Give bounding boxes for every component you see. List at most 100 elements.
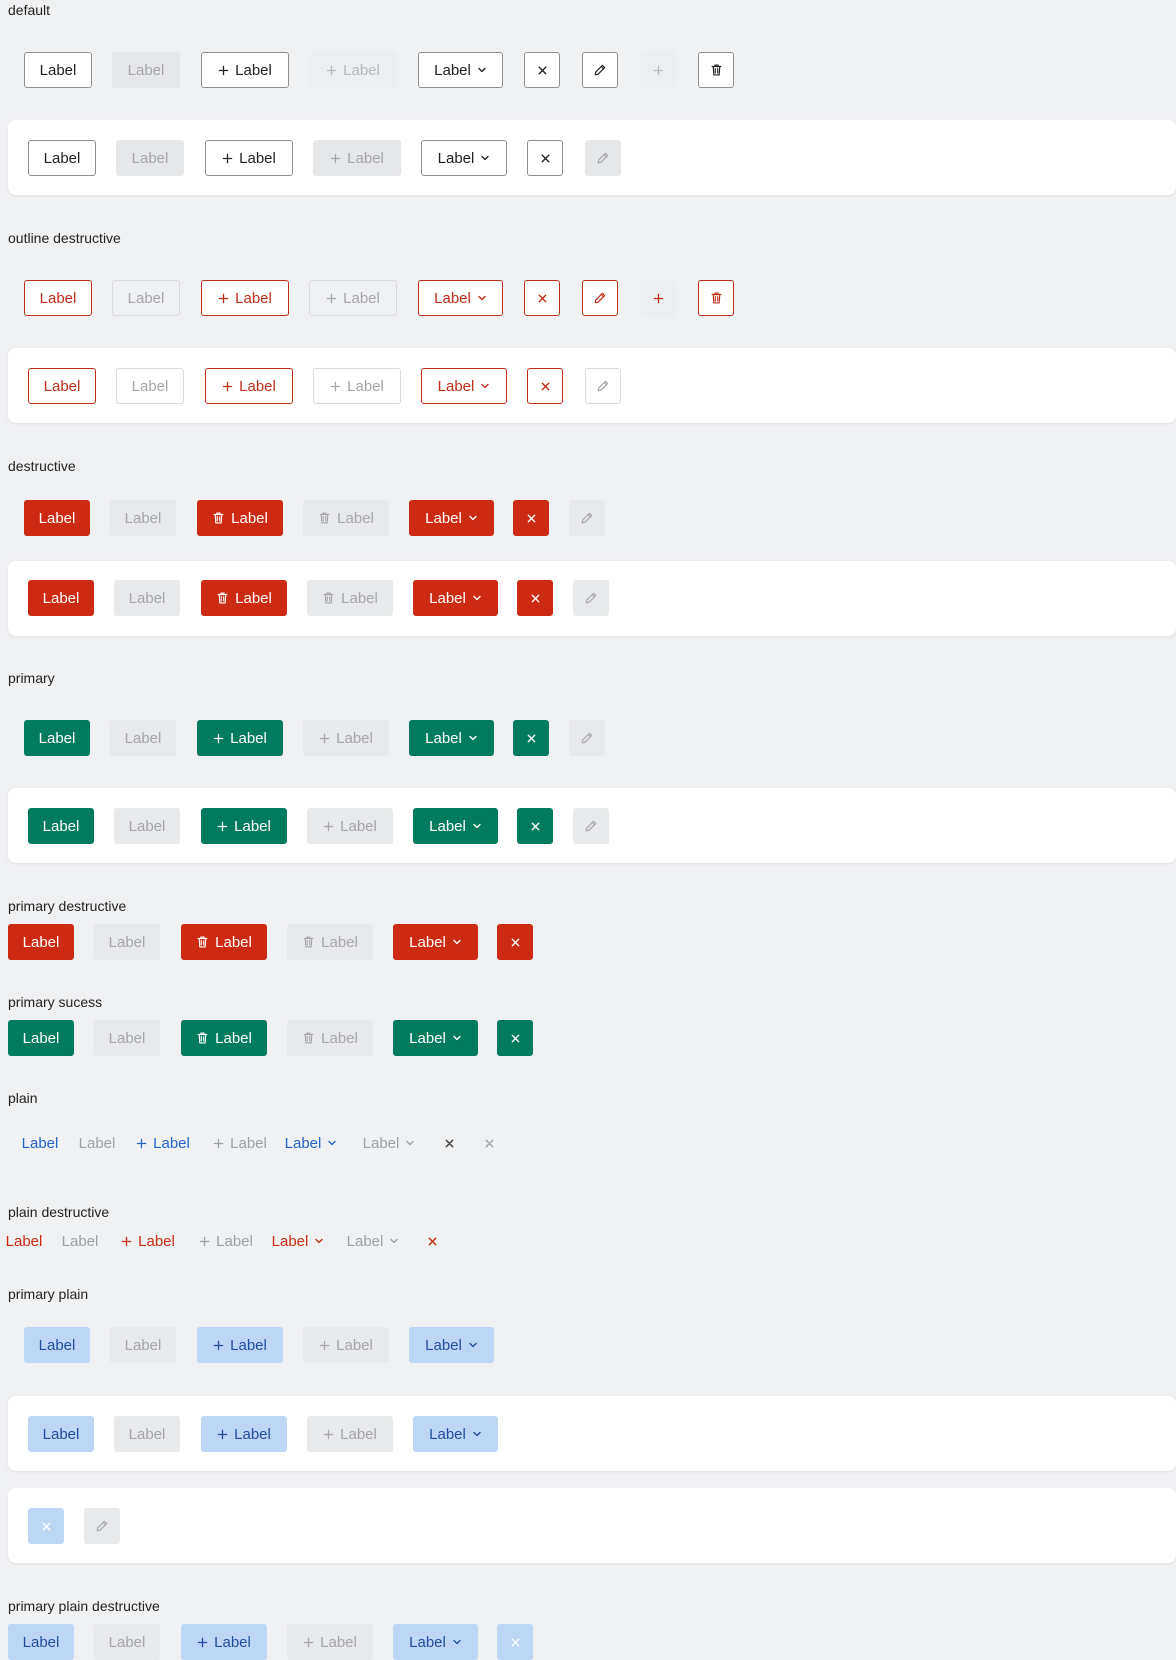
edit-button[interactable] xyxy=(573,808,609,844)
add-label-button[interactable]: Label xyxy=(313,368,401,404)
close-button[interactable] xyxy=(524,280,560,316)
label-button[interactable]: Label xyxy=(72,1125,122,1161)
add-label-button[interactable]: Label xyxy=(197,1327,283,1363)
edit-button[interactable] xyxy=(573,580,609,616)
edit-button[interactable] xyxy=(585,140,621,176)
add-label-button[interactable]: Label xyxy=(287,1624,373,1660)
label-button[interactable]: Label xyxy=(8,1020,74,1056)
close-button[interactable] xyxy=(517,580,553,616)
label-button[interactable]: Label xyxy=(24,1327,90,1363)
label-button[interactable]: Label xyxy=(110,1327,176,1363)
add-label-button[interactable]: Label xyxy=(313,140,401,176)
delete-button[interactable] xyxy=(698,280,734,316)
dropdown-label-button[interactable]: Label xyxy=(342,1223,404,1259)
dropdown-label-button[interactable]: Label xyxy=(358,1125,420,1161)
label-button[interactable]: Label xyxy=(28,580,94,616)
close-button[interactable] xyxy=(497,924,533,960)
delete-label-button[interactable]: Label xyxy=(181,1020,267,1056)
label-button[interactable]: Label xyxy=(94,924,160,960)
dropdown-label-button[interactable]: Label xyxy=(393,1020,478,1056)
close-button[interactable] xyxy=(497,1624,533,1660)
close-button[interactable] xyxy=(478,1125,500,1161)
delete-button[interactable] xyxy=(698,52,734,88)
delete-label-button[interactable]: Label xyxy=(197,500,283,536)
close-button[interactable] xyxy=(517,808,553,844)
delete-label-button[interactable]: Label xyxy=(181,924,267,960)
label-button[interactable]: Label xyxy=(94,1624,160,1660)
delete-label-button[interactable]: Label xyxy=(287,924,373,960)
add-label-button[interactable]: Label xyxy=(307,1416,393,1452)
close-button[interactable] xyxy=(513,720,549,756)
add-label-button[interactable]: Label xyxy=(205,368,293,404)
close-button[interactable] xyxy=(438,1125,460,1161)
label-button[interactable]: Label xyxy=(28,1416,94,1452)
edit-button[interactable] xyxy=(569,720,605,756)
dropdown-label-button[interactable]: Label xyxy=(418,280,503,316)
label-button[interactable]: Label xyxy=(56,1223,104,1259)
dropdown-label-button[interactable]: Label xyxy=(393,924,478,960)
dropdown-label-button[interactable]: Label xyxy=(268,1223,328,1259)
add-button[interactable] xyxy=(640,52,676,88)
close-button[interactable] xyxy=(420,1223,444,1259)
label-button[interactable]: Label xyxy=(4,1223,44,1259)
label-button[interactable]: Label xyxy=(24,720,90,756)
close-button[interactable] xyxy=(527,368,563,404)
close-button[interactable] xyxy=(527,140,563,176)
dropdown-label-button[interactable]: Label xyxy=(409,500,494,536)
label-button[interactable]: Label xyxy=(28,808,94,844)
label-button[interactable]: Label xyxy=(116,368,184,404)
label-button[interactable]: Label xyxy=(114,1416,180,1452)
delete-label-button[interactable]: Label xyxy=(303,500,389,536)
label-button[interactable]: Label xyxy=(8,924,74,960)
edit-button[interactable] xyxy=(582,52,618,88)
dropdown-label-button[interactable]: Label xyxy=(421,368,507,404)
dropdown-label-button[interactable]: Label xyxy=(393,1624,478,1660)
dropdown-label-button[interactable]: Label xyxy=(413,1416,498,1452)
delete-label-button[interactable]: Label xyxy=(307,580,393,616)
add-label-button[interactable]: Label xyxy=(131,1125,195,1161)
label-button[interactable]: Label xyxy=(24,500,90,536)
add-label-button[interactable]: Label xyxy=(197,720,283,756)
add-label-button[interactable]: Label xyxy=(201,1416,287,1452)
label-button[interactable]: Label xyxy=(112,280,180,316)
close-button[interactable] xyxy=(513,500,549,536)
label-button[interactable]: Label xyxy=(8,1624,74,1660)
delete-label-button[interactable]: Label xyxy=(201,580,287,616)
edit-button[interactable] xyxy=(569,500,605,536)
dropdown-label-button[interactable]: Label xyxy=(409,720,494,756)
label-button[interactable]: Label xyxy=(28,140,96,176)
dropdown-label-button[interactable]: Label xyxy=(421,140,507,176)
label-button[interactable]: Label xyxy=(116,140,184,176)
close-button[interactable] xyxy=(524,52,560,88)
add-label-button[interactable]: Label xyxy=(201,280,289,316)
add-label-button[interactable]: Label xyxy=(309,52,397,88)
dropdown-label-button[interactable]: Label xyxy=(409,1327,494,1363)
dropdown-label-button[interactable]: Label xyxy=(413,580,498,616)
label-button[interactable]: Label xyxy=(94,1020,160,1056)
close-button[interactable] xyxy=(497,1020,533,1056)
delete-label-button[interactable]: Label xyxy=(287,1020,373,1056)
add-label-button[interactable]: Label xyxy=(307,808,393,844)
add-label-button[interactable]: Label xyxy=(205,140,293,176)
add-label-button[interactable]: Label xyxy=(116,1223,180,1259)
label-button[interactable]: Label xyxy=(24,280,92,316)
add-button[interactable] xyxy=(640,280,676,316)
edit-button[interactable] xyxy=(582,280,618,316)
label-button[interactable]: Label xyxy=(110,500,176,536)
dropdown-label-button[interactable]: Label xyxy=(413,808,498,844)
close-button[interactable] xyxy=(28,1508,64,1544)
label-button[interactable]: Label xyxy=(28,368,96,404)
label-button[interactable]: Label xyxy=(114,808,180,844)
add-label-button[interactable]: Label xyxy=(208,1125,272,1161)
edit-button[interactable] xyxy=(585,368,621,404)
edit-button[interactable] xyxy=(84,1508,120,1544)
dropdown-label-button[interactable]: Label xyxy=(282,1125,340,1161)
add-label-button[interactable]: Label xyxy=(181,1624,267,1660)
label-button[interactable]: Label xyxy=(18,1125,62,1161)
label-button[interactable]: Label xyxy=(110,720,176,756)
add-label-button[interactable]: Label xyxy=(201,808,287,844)
add-label-button[interactable]: Label xyxy=(303,720,389,756)
add-label-button[interactable]: Label xyxy=(309,280,397,316)
add-label-button[interactable]: Label xyxy=(303,1327,389,1363)
label-button[interactable]: Label xyxy=(24,52,92,88)
